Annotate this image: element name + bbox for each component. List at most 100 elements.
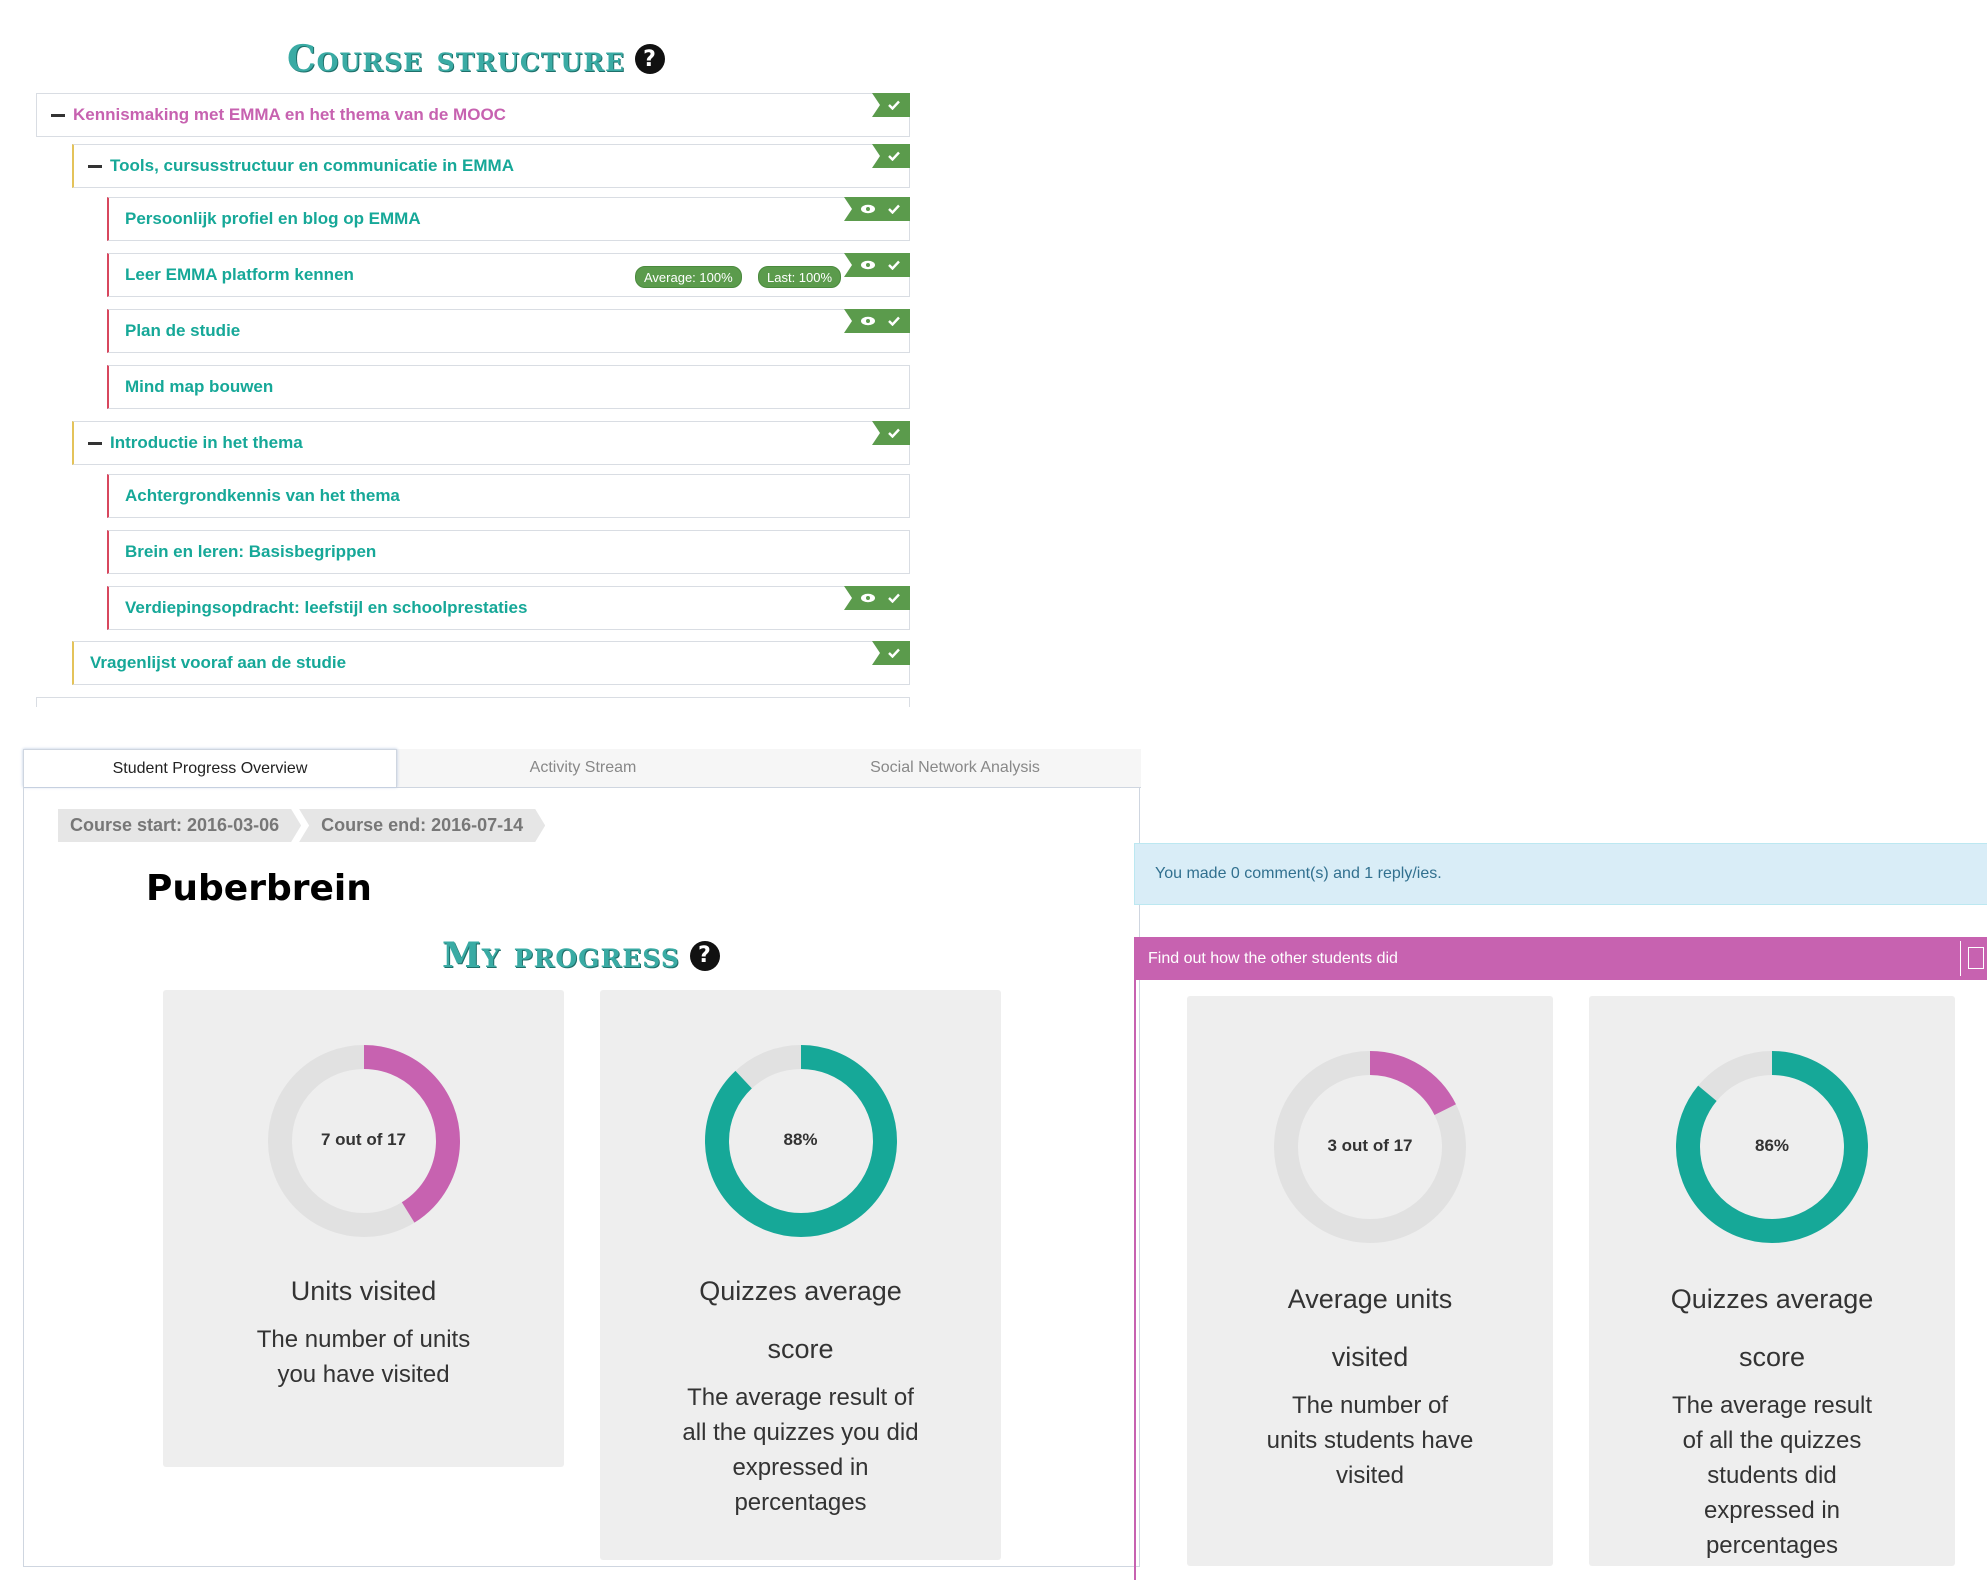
tree-item-unit[interactable]: Verdiepingsopdracht: leefstijl en school… xyxy=(107,586,910,630)
visited-completed-flag xyxy=(844,253,910,277)
average-units-visited-card: 3 out of 17 Average units visited The nu… xyxy=(1187,996,1553,1566)
desc-line: you have visited xyxy=(277,1361,450,1388)
tree-item-unit[interactable]: Leer EMMA platform kennen Average: 100% … xyxy=(107,253,910,297)
collapse-icon[interactable] xyxy=(88,441,102,445)
tree-item-label: Persoonlijk profiel en blog op EMMA xyxy=(125,209,421,228)
tree-item-unit[interactable]: Mind map bouwen xyxy=(107,365,910,409)
completed-flag xyxy=(872,144,910,168)
others-quizzes-title-line: Quizzes average xyxy=(1670,1284,1874,1314)
help-icon[interactable]: ? xyxy=(635,44,666,74)
course-start-date: Course start: 2016-03-06 xyxy=(58,809,301,842)
help-icon[interactable]: ? xyxy=(689,940,720,971)
average-units-title-line: visited xyxy=(1331,1342,1409,1372)
tab-activity-stream[interactable]: Activity Stream xyxy=(397,749,769,787)
tree-item-section[interactable]: Tools, cursusstructuur en communicatie i… xyxy=(72,144,910,188)
average-units-value: 3 out of 17 xyxy=(1327,1136,1413,1155)
my-progress-title: My progress ? xyxy=(442,935,720,976)
expand-icon[interactable] xyxy=(1968,947,1984,969)
comments-info-text: You made 0 comment(s) and 1 reply/ies. xyxy=(1155,865,1442,882)
collapse-icon[interactable] xyxy=(88,164,102,168)
others-quizzes-value: 86% xyxy=(1754,1136,1790,1155)
dashboard-tabs: Student Progress Overview Activity Strea… xyxy=(23,749,1141,788)
tree-item-label: Tools, cursusstructuur en communicatie i… xyxy=(110,156,514,175)
check-icon xyxy=(888,428,900,438)
others-quizzes-description: The average result of all the quizzes st… xyxy=(1589,1388,1955,1563)
course-title: Puberbrein xyxy=(146,868,372,909)
quizzes-average-title-line: score xyxy=(767,1334,834,1364)
check-icon xyxy=(888,593,900,603)
check-icon xyxy=(888,648,900,658)
desc-line: expressed in xyxy=(732,1454,869,1481)
tree-item-label: Kennismaking met EMMA en het thema van d… xyxy=(73,105,506,124)
eye-icon xyxy=(861,260,875,270)
tree-item-label: Mind map bouwen xyxy=(125,377,274,396)
quizzes-average-value: 88% xyxy=(783,1130,818,1149)
check-icon xyxy=(888,151,900,161)
visited-completed-flag xyxy=(844,197,910,221)
completed-flag xyxy=(872,641,910,665)
desc-line: The average result xyxy=(1671,1392,1873,1419)
tree-item-unit[interactable]: Brein en leren: Basisbegrippen xyxy=(107,530,910,574)
tree-item-unit[interactable]: Persoonlijk profiel en blog op EMMA xyxy=(107,197,910,241)
course-structure-title: Course structure ? xyxy=(287,38,666,80)
course-dates-breadcrumb: Course start: 2016-03-06 Course end: 201… xyxy=(58,809,543,842)
desc-line: The number of units xyxy=(256,1326,471,1353)
check-icon xyxy=(888,260,900,270)
my-progress-title-text: My progress xyxy=(442,935,680,976)
desc-line: expressed in xyxy=(1703,1497,1841,1524)
tree-item-label: Brein en leren: Basisbegrippen xyxy=(125,542,377,561)
tree-item-label: Vragenlijst vooraf aan de studie xyxy=(90,653,347,672)
others-quizzes-average-card: 86% Quizzes average score The average re… xyxy=(1589,996,1955,1566)
others-progress-header-label: Find out how the other students did xyxy=(1148,949,1398,967)
tree-item-label: Leer EMMA platform kennen xyxy=(125,265,354,284)
tree-item-label: Achtergrondkennis van het thema xyxy=(125,486,400,505)
average-units-description: The number of units students have visite… xyxy=(1187,1388,1553,1493)
tab-social-network-analysis[interactable]: Social Network Analysis xyxy=(769,749,1141,787)
desc-line: percentages xyxy=(1705,1532,1839,1559)
tree-item-label: Introductie in het thema xyxy=(110,433,303,452)
desc-line: The number of xyxy=(1291,1392,1449,1419)
desc-line: The average result of xyxy=(687,1384,914,1411)
tree-item-unit[interactable]: Achtergrondkennis van het thema xyxy=(107,474,910,518)
average-score-badge: Average: 100% xyxy=(635,266,742,288)
course-structure-title-text: Course structure xyxy=(287,38,626,80)
others-quizzes-title-line: score xyxy=(1738,1342,1806,1372)
others-progress-header[interactable]: Find out how the other students did xyxy=(1134,937,1987,980)
tree-item-label: Verdiepingsopdracht: leefstijl en school… xyxy=(125,598,528,617)
desc-line: students did xyxy=(1707,1462,1837,1489)
visited-completed-flag xyxy=(844,309,910,333)
tree-item-label: Plan de studie xyxy=(125,321,241,340)
check-icon xyxy=(888,316,900,326)
tree-item-section[interactable]: Vragenlijst vooraf aan de studie xyxy=(72,641,910,685)
toggle-divider xyxy=(1960,941,1961,976)
tree-item-cutoff xyxy=(36,697,910,707)
tree-item-section[interactable]: Introductie in het thema xyxy=(72,421,910,465)
completed-flag xyxy=(872,421,910,445)
check-icon xyxy=(888,100,900,110)
course-end-date: Course end: 2016-07-14 xyxy=(299,809,545,842)
visited-completed-flag xyxy=(844,586,910,610)
units-visited-title: Units visited xyxy=(290,1276,437,1306)
quizzes-average-description: The average result of all the quizzes yo… xyxy=(600,1380,1001,1520)
check-icon xyxy=(888,204,900,214)
units-visited-value: 7 out of 17 xyxy=(320,1130,406,1149)
average-units-title-line: Average units xyxy=(1287,1284,1453,1314)
desc-line: of all the quizzes xyxy=(1682,1427,1862,1454)
units-visited-description: The number of units you have visited xyxy=(163,1322,564,1392)
last-score-badge: Last: 100% xyxy=(758,266,842,288)
desc-line: all the quizzes you did xyxy=(682,1419,919,1446)
tree-item-unit[interactable]: Plan de studie xyxy=(107,309,910,353)
quizzes-average-title-line: Quizzes average xyxy=(699,1276,902,1306)
desc-line: percentages xyxy=(734,1489,867,1516)
desc-line: units students have xyxy=(1266,1427,1474,1454)
units-visited-card: 7 out of 17 Units visited The number of … xyxy=(163,990,564,1467)
eye-icon xyxy=(861,593,875,603)
eye-icon xyxy=(861,316,875,326)
completed-flag xyxy=(872,93,910,117)
desc-line: visited xyxy=(1335,1462,1405,1489)
tab-student-progress-overview[interactable]: Student Progress Overview xyxy=(23,749,397,787)
quizzes-average-card: 88% Quizzes average score The average re… xyxy=(600,990,1001,1560)
collapse-icon[interactable] xyxy=(51,113,65,117)
eye-icon xyxy=(861,204,875,214)
tree-item-module[interactable]: Kennismaking met EMMA en het thema van d… xyxy=(36,93,910,137)
